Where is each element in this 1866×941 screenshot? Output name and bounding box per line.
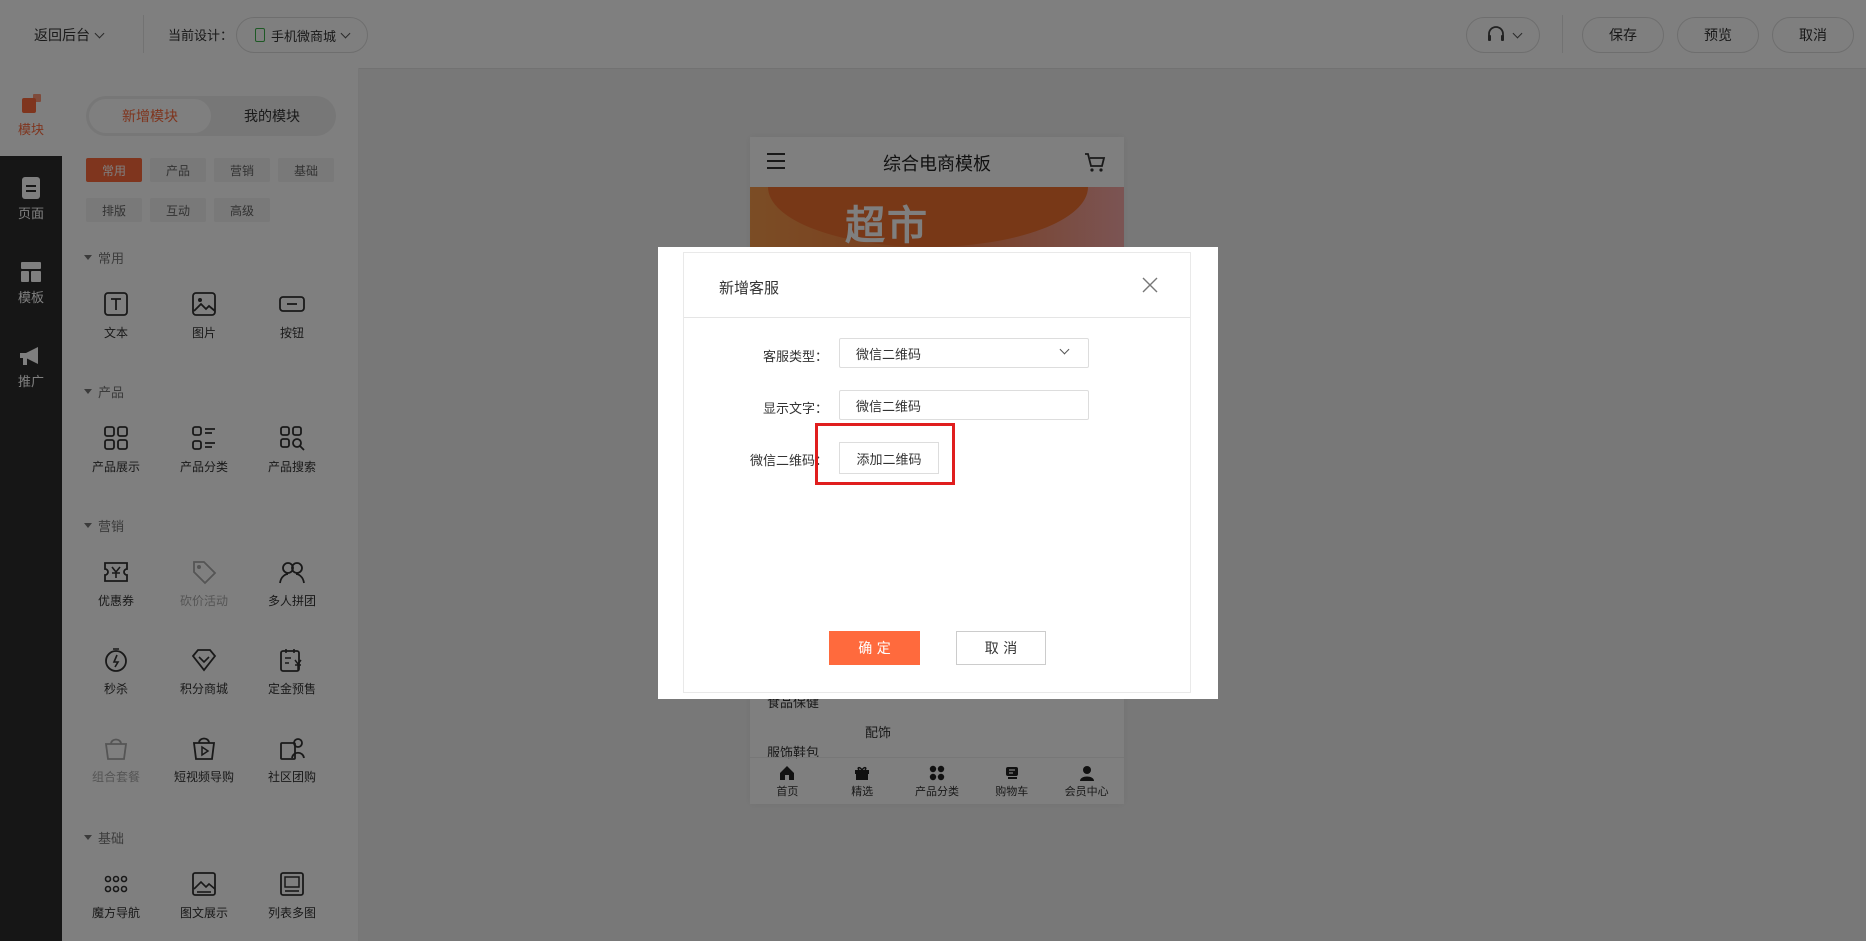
display-text-input[interactable]: 微信二维码 — [839, 390, 1089, 420]
display-text-value: 微信二维码 — [856, 399, 922, 415]
dialog-cancel-button[interactable]: 取 消 — [956, 631, 1046, 665]
service-type-select[interactable]: 微信二维码 — [839, 338, 1089, 368]
display-text-label: 显示文字： — [762, 402, 828, 417]
dialog-header: 新增客服 — [684, 253, 1190, 318]
chevron-down-icon — [1059, 344, 1070, 355]
wechat-qr-label: 微信二维码： — [749, 454, 828, 469]
service-type-label: 客服类型： — [762, 350, 828, 365]
service-type-value: 微信二维码 — [856, 347, 922, 363]
confirm-button[interactable]: 确 定 — [829, 631, 920, 665]
add-qr-button[interactable]: 添加二维码 — [839, 442, 939, 474]
close-icon[interactable] — [1142, 277, 1158, 293]
dialog-title: 新增客服 — [719, 279, 780, 297]
